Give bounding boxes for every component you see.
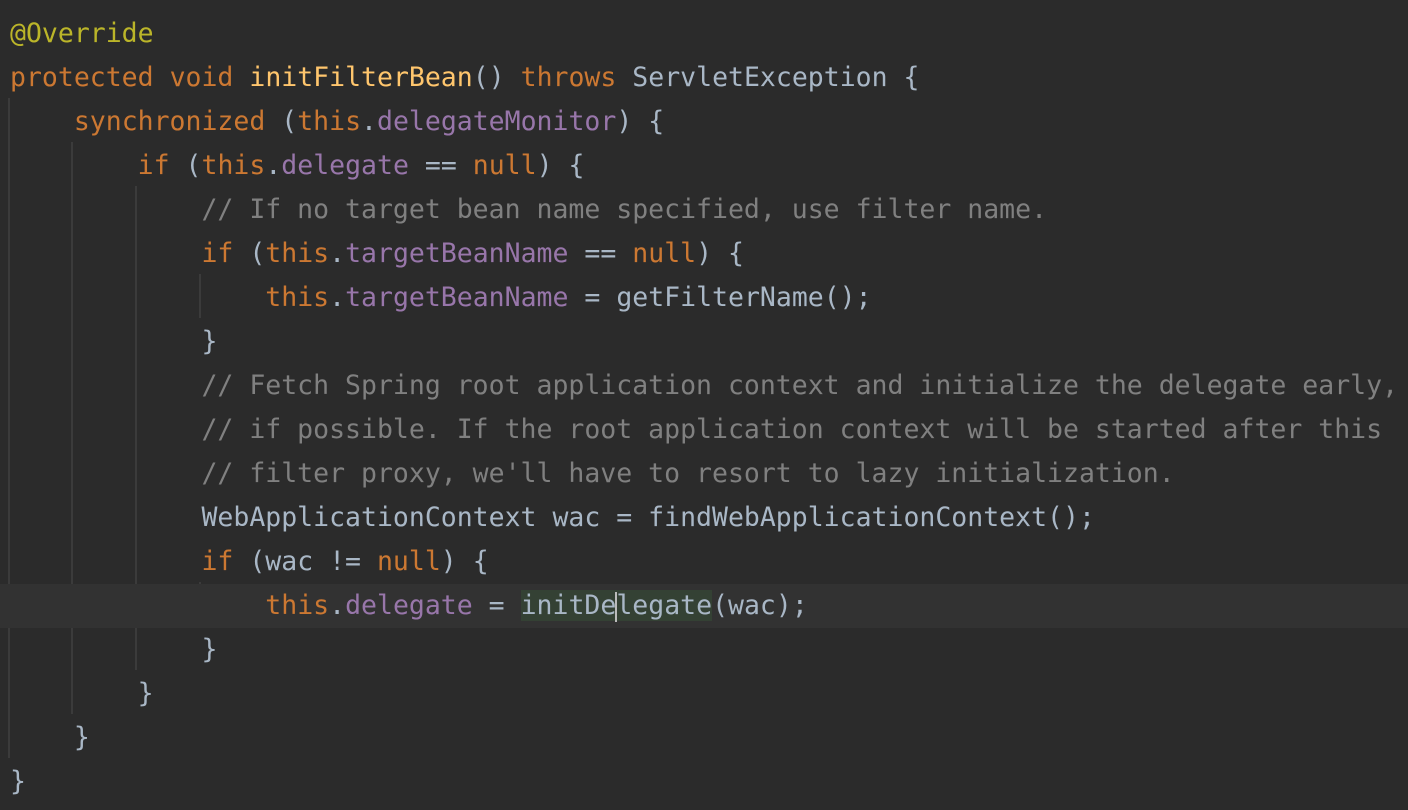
code-line[interactable]: if (wac != null) { xyxy=(0,540,1408,584)
code-line[interactable]: } xyxy=(0,320,1408,364)
code-line[interactable]: if (this.targetBeanName == null) { xyxy=(0,232,1408,276)
code-line[interactable]: if (this.delegate == null) { xyxy=(0,144,1408,188)
code-line[interactable]: this.targetBeanName = getFilterName(); xyxy=(0,276,1408,320)
code-line[interactable]: } xyxy=(0,672,1408,716)
code-line[interactable]: // If no target bean name specified, use… xyxy=(0,188,1408,232)
highlighted-identifier: initDelegate xyxy=(520,590,713,622)
code-line[interactable]: // Fetch Spring root application context… xyxy=(0,364,1408,408)
code-line[interactable]: } xyxy=(0,628,1408,672)
code-line-current[interactable]: this.delegate = initDelegate(wac); xyxy=(0,584,1408,628)
code-line[interactable]: protected void initFilterBean() throws S… xyxy=(0,56,1408,100)
code-line[interactable]: @Override xyxy=(0,12,1408,56)
code-line[interactable]: // if possible. If the root application … xyxy=(0,408,1408,452)
code-line[interactable]: WebApplicationContext wac = findWebAppli… xyxy=(0,496,1408,540)
code-editor[interactable]: @Override protected void initFilterBean()… xyxy=(0,0,1408,810)
code-line[interactable]: // filter proxy, we'll have to resort to… xyxy=(0,452,1408,496)
text-caret xyxy=(615,591,618,622)
code-line[interactable]: } xyxy=(0,760,1408,804)
code-line[interactable]: } xyxy=(0,716,1408,760)
code-line[interactable]: synchronized (this.delegateMonitor) { xyxy=(0,100,1408,144)
